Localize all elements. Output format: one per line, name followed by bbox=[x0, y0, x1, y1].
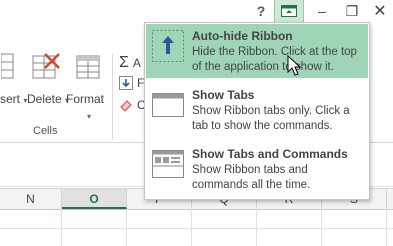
ribbon-display-options-button[interactable] bbox=[274, 0, 304, 22]
column-header-o[interactable]: O bbox=[62, 189, 127, 209]
grid-cells[interactable] bbox=[0, 209, 393, 246]
insert-cells-icon bbox=[0, 53, 14, 79]
eraser-icon bbox=[120, 100, 132, 112]
autosum-button[interactable]: Σ A bbox=[119, 54, 141, 72]
show-tabs-icon bbox=[152, 93, 184, 117]
chevron-down-icon: ▾ bbox=[87, 112, 92, 121]
column-header-n[interactable]: N bbox=[0, 189, 62, 209]
menu-item-auto-hide-ribbon[interactable]: Auto-hide Ribbon Hide the Ribbon. Click … bbox=[146, 24, 368, 78]
delete-label-text: Delete bbox=[27, 92, 62, 106]
format-label: Format bbox=[66, 92, 104, 106]
menu-item-title: Auto-hide Ribbon bbox=[192, 29, 293, 43]
menu-item-description: Show Ribbon tabs only. Click a tab to sh… bbox=[192, 105, 350, 132]
group-separator bbox=[112, 54, 113, 140]
insert-cells-button[interactable] bbox=[0, 52, 20, 83]
delete-cells-icon bbox=[32, 53, 60, 79]
delete-label: Delete ▾ bbox=[27, 92, 69, 106]
restore-button[interactable]: ❐ bbox=[339, 0, 365, 22]
menu-item-description: Hide the Ribbon. Click at the top of the… bbox=[192, 46, 357, 73]
format-chevron: ▾ bbox=[87, 108, 91, 122]
format-cells-button[interactable] bbox=[70, 52, 106, 85]
close-button[interactable]: ✕ bbox=[367, 0, 393, 22]
auto-hide-ribbon-icon bbox=[152, 30, 184, 62]
clear-button[interactable]: C bbox=[119, 98, 146, 112]
format-cells-icon bbox=[76, 55, 100, 79]
fill-button[interactable]: F bbox=[119, 76, 144, 90]
cells-group-label: Cells bbox=[33, 125, 58, 137]
menu-item-title: Show Tabs and Commands bbox=[192, 147, 348, 161]
menu-item-title: Show Tabs bbox=[192, 88, 255, 102]
autosum-label: A bbox=[132, 56, 141, 70]
delete-cells-button[interactable] bbox=[28, 52, 64, 85]
format-label-text: Format bbox=[66, 92, 105, 106]
insert-label: sert ▾ bbox=[0, 92, 27, 106]
ribbon-display-options-menu: Auto-hide Ribbon Hide the Ribbon. Click … bbox=[144, 22, 370, 200]
menu-item-show-tabs[interactable]: Show Tabs Show Ribbon tabs only. Click a… bbox=[146, 83, 368, 137]
menu-item-description: Show Ribbon tabs and commands all the ti… bbox=[192, 164, 311, 191]
help-button[interactable]: ? bbox=[248, 0, 274, 22]
minimize-button[interactable]: – bbox=[309, 0, 335, 22]
ribbon-display-options-icon bbox=[281, 5, 297, 17]
insert-label-text: sert bbox=[0, 92, 21, 106]
gridline bbox=[0, 228, 393, 229]
title-bar: ? – ❐ ✕ bbox=[0, 0, 393, 22]
autosum-icon: Σ bbox=[119, 54, 129, 71]
show-tabs-and-commands-icon bbox=[152, 150, 184, 178]
fill-icon bbox=[119, 76, 133, 90]
mouse-cursor-icon bbox=[287, 55, 302, 76]
menu-item-show-tabs-and-commands[interactable]: Show Tabs and Commands Show Ribbon tabs … bbox=[146, 142, 368, 196]
